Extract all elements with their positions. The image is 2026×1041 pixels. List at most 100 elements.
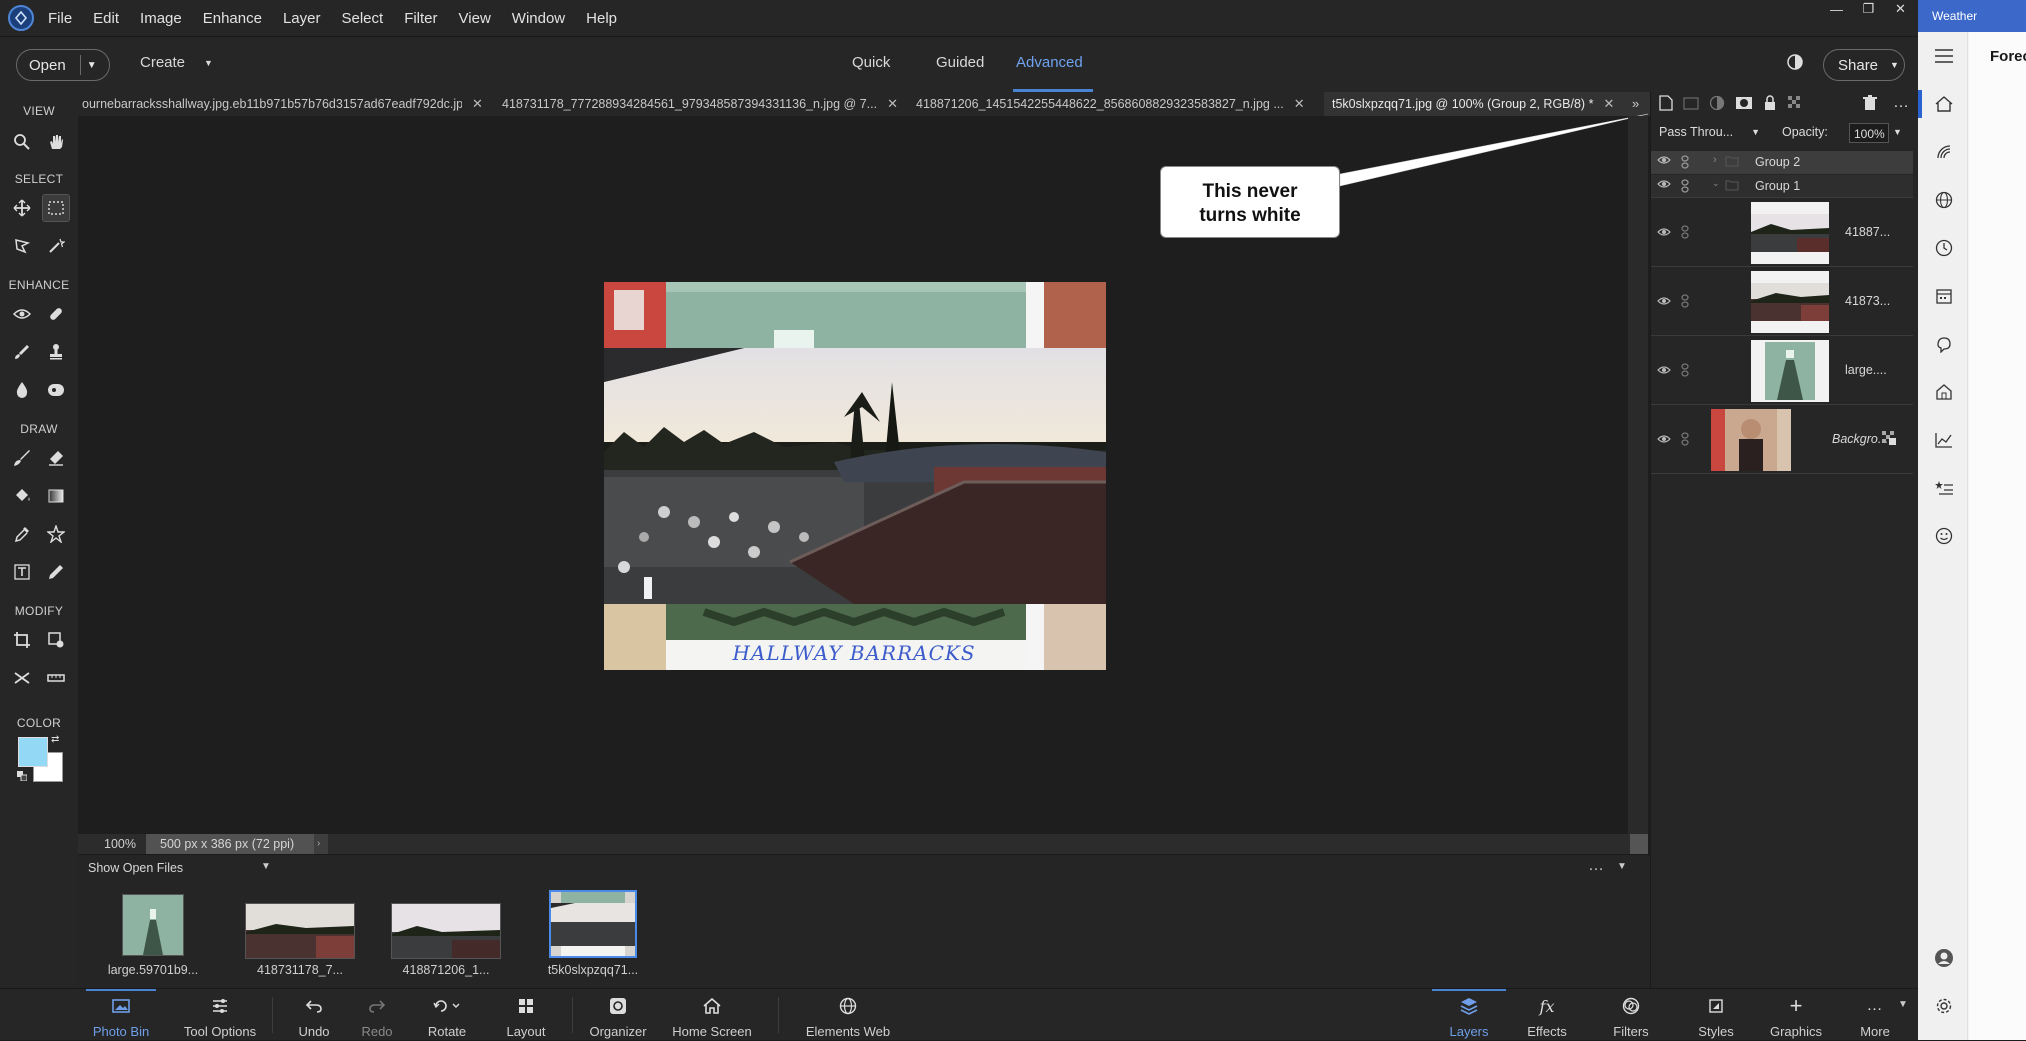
menu-window[interactable]: Window (512, 10, 565, 27)
layer-name[interactable]: large.... (1845, 363, 1887, 377)
straighten-tool-icon[interactable] (42, 664, 70, 692)
collapse-bin-icon[interactable]: ▼ (1617, 861, 1627, 872)
home-screen-button[interactable]: Home Screen (670, 989, 754, 1041)
thumbnail-t5k0slxpzqq71[interactable] (549, 890, 637, 958)
link-icon[interactable] (1681, 432, 1689, 446)
expand-group-icon[interactable]: › (1713, 154, 1717, 166)
link-icon[interactable] (1681, 179, 1691, 193)
zoom-level[interactable]: 100% (104, 837, 136, 851)
magic-wand-tool-icon[interactable] (42, 232, 70, 260)
eye-icon[interactable] (1657, 155, 1671, 165)
organizer-button[interactable]: Organizer (588, 989, 648, 1041)
hand-tool-icon[interactable] (42, 128, 70, 156)
more-panel-button[interactable]: … More (1855, 989, 1895, 1041)
custom-shape-tool-icon[interactable] (42, 520, 70, 548)
close-window-button[interactable]: ✕ (1886, 0, 1915, 18)
settings-gear-icon[interactable] (1934, 996, 1954, 1016)
calendar-icon[interactable] (1934, 286, 1954, 306)
blur-tool-icon[interactable] (8, 376, 36, 404)
blend-mode-dropdown[interactable]: Pass Throu... ▼ (1659, 122, 1763, 142)
lasso-tool-icon[interactable] (8, 232, 36, 260)
chevron-down-icon[interactable]: ▼ (261, 861, 271, 872)
layer-name[interactable]: 41887... (1845, 225, 1890, 239)
eye-icon[interactable] (1657, 227, 1671, 237)
thumbnail-418731178[interactable] (245, 903, 355, 959)
document-canvas[interactable]: HALLWAY BARRACKS (604, 282, 1106, 670)
layer-row-41887[interactable]: 41887... (1651, 199, 1913, 267)
layer-row-group-2[interactable]: › Group 2 (1651, 151, 1913, 174)
close-icon[interactable]: ✕ (1294, 96, 1305, 112)
create-dropdown-icon[interactable]: ▼ (204, 58, 213, 68)
sponge-tool-icon[interactable] (42, 376, 70, 404)
create-button[interactable]: Create (140, 54, 185, 71)
eye-icon[interactable] (1657, 365, 1671, 375)
link-icon[interactable] (1681, 294, 1689, 308)
effects-panel-button[interactable]: fx Effects (1522, 989, 1572, 1041)
layer-row-large[interactable]: large.... (1651, 337, 1913, 405)
eyedropper-tool-icon[interactable] (8, 520, 36, 548)
layer-name[interactable]: 41873... (1845, 294, 1890, 308)
spot-healing-tool-icon[interactable] (42, 300, 70, 328)
status-arrow-icon[interactable]: › (314, 834, 328, 854)
close-icon[interactable]: ✕ (887, 96, 898, 112)
collapse-group-icon[interactable]: ⌄ (1712, 178, 1720, 189)
menu-edit[interactable]: Edit (93, 10, 119, 27)
clone-stamp-tool-icon[interactable] (42, 338, 70, 366)
layer-name[interactable]: Group 1 (1755, 179, 1800, 193)
opacity-input[interactable]: 100% (1849, 123, 1889, 143)
zoom-tool-icon[interactable] (8, 128, 36, 156)
mode-guided[interactable]: Guided (936, 54, 984, 71)
lock-icon[interactable] (1763, 95, 1777, 111)
menu-select[interactable]: Select (341, 10, 383, 27)
foreground-color-front[interactable] (18, 737, 48, 767)
new-group-icon[interactable] (1683, 95, 1699, 111)
tool-options-button[interactable]: Tool Options (180, 989, 260, 1041)
content-aware-move-tool-icon[interactable] (8, 664, 36, 692)
move-tool-icon[interactable] (8, 194, 36, 222)
show-open-files-dropdown[interactable]: Show Open Files (88, 861, 183, 875)
crop-tool-icon[interactable] (8, 626, 36, 654)
share-button[interactable]: Share ▼ (1823, 49, 1905, 81)
menu-view[interactable]: View (459, 10, 491, 27)
more-dropdown-icon[interactable]: ▼ (1898, 999, 1908, 1010)
smart-brush-tool-icon[interactable] (8, 338, 36, 366)
graphics-panel-button[interactable]: + Graphics (1766, 989, 1826, 1041)
link-icon[interactable] (1681, 155, 1691, 169)
filters-panel-button[interactable]: Filters (1608, 989, 1654, 1041)
rotate-button[interactable]: Rotate (424, 989, 470, 1041)
menu-layer[interactable]: Layer (283, 10, 321, 27)
brush-tool-icon[interactable] (8, 444, 36, 472)
history-clock-icon[interactable] (1934, 238, 1954, 258)
menu-image[interactable]: Image (140, 10, 182, 27)
globe-icon[interactable] (1934, 190, 1954, 210)
account-icon[interactable] (1934, 948, 1954, 968)
menu-enhance[interactable]: Enhance (203, 10, 262, 27)
photo-bin-button[interactable]: Photo Bin (86, 989, 156, 1041)
layer-row-group-1[interactable]: ⌄ Group 1 (1651, 175, 1913, 198)
delete-layer-icon[interactable] (1863, 95, 1877, 111)
layer-mask-icon[interactable] (1735, 96, 1753, 110)
elements-web-button[interactable]: Elements Web (800, 989, 896, 1041)
tab-418731178[interactable]: 418731178_777288934284561_97934858739433… (498, 92, 906, 116)
minimize-button[interactable]: — (1822, 0, 1851, 18)
eye-icon[interactable] (1657, 179, 1671, 189)
mode-advanced[interactable]: Advanced (1016, 54, 1083, 71)
radar-icon[interactable] (1934, 142, 1954, 162)
open-button[interactable]: Open ▼ (16, 49, 110, 81)
type-tool-icon[interactable] (8, 558, 36, 586)
canvas-area[interactable]: HALLWAY BARRACKS (78, 116, 1648, 834)
layer-name[interactable]: Group 2 (1755, 155, 1800, 169)
thumbnail-418871206[interactable] (391, 903, 501, 959)
thumbnail-large[interactable] (122, 894, 184, 956)
layers-menu-icon[interactable]: … (1893, 94, 1910, 112)
layer-row-background[interactable]: Backgro... (1651, 406, 1913, 474)
menu-help[interactable]: Help (586, 10, 617, 27)
close-icon[interactable]: ✕ (472, 96, 483, 112)
adjustment-layer-icon[interactable] (1709, 95, 1725, 111)
smiley-icon[interactable] (1934, 526, 1954, 546)
eye-icon[interactable] (1657, 296, 1671, 306)
opacity-dropdown-icon[interactable]: ▼ (1893, 127, 1902, 137)
vertical-scrollbar[interactable] (1628, 116, 1648, 854)
mode-quick[interactable]: Quick (852, 54, 890, 71)
eraser-tool-icon[interactable] (42, 444, 70, 472)
